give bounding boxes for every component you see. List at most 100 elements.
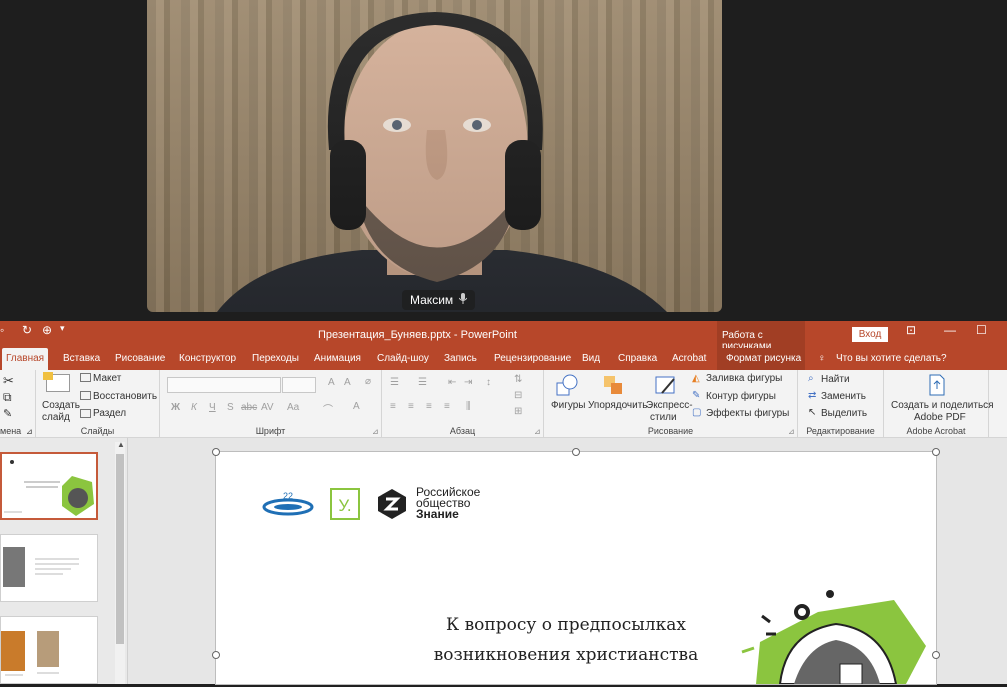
align-center-icon[interactable]: ≡ [408, 401, 414, 412]
spacing-button[interactable]: AV [261, 402, 274, 413]
shape-effects-button[interactable]: Эффекты фигуры [706, 408, 789, 419]
align-left-icon[interactable]: ≡ [390, 401, 396, 412]
text-direction-icon[interactable]: ⇅ [514, 374, 522, 385]
new-slide-label-1[interactable]: Создать [42, 400, 80, 411]
align-right-icon[interactable]: ≡ [426, 401, 432, 412]
present-icon[interactable]: ⊕ [42, 323, 52, 337]
create-pdf-icon[interactable] [928, 374, 946, 396]
video-area: Максим [0, 0, 1007, 321]
workspace: ▲ 22 У. Российское общество Знание К воп… [0, 438, 1007, 685]
tab-help[interactable]: Справка [614, 348, 661, 370]
underline-button[interactable]: Ч [209, 402, 216, 413]
new-slide-label-2[interactable]: слайд [42, 412, 70, 423]
qat-more-icon[interactable]: ▾ [60, 323, 65, 334]
replace-icon: ⇄ [808, 390, 817, 401]
ribbon: ✂ ⧉ ✎ ⊿ мена Создать слайд Макет Восстан… [0, 370, 1007, 438]
resize-handle-l[interactable] [212, 651, 220, 659]
columns-icon[interactable]: ⫼ [466, 401, 471, 412]
maximize-icon[interactable]: ☐ [976, 323, 987, 337]
arrange-icon[interactable] [602, 374, 624, 396]
resize-handle-tr[interactable] [932, 448, 940, 456]
tell-me-search[interactable]: Что вы хотите сделать? [832, 348, 951, 370]
quick-styles-label-2[interactable]: стили [650, 412, 677, 423]
shapes-button[interactable]: Фигуры [551, 400, 585, 411]
shadow-button[interactable]: S [227, 402, 234, 413]
video-tile[interactable]: Максим [147, 0, 722, 312]
ribbon-display-icon[interactable]: ⊡ [906, 323, 916, 337]
decrease-indent-icon[interactable]: ⇤ [448, 377, 456, 388]
shapes-icon[interactable] [556, 374, 578, 396]
align-text-icon[interactable]: ⊟ [514, 390, 522, 401]
create-pdf-label-1[interactable]: Создать и поделиться [891, 400, 994, 411]
tab-review[interactable]: Рецензирование [490, 348, 575, 370]
tab-picture-format[interactable]: Формат рисунка [717, 348, 805, 370]
bold-button[interactable]: Ж [171, 402, 180, 413]
section-icon [80, 409, 91, 418]
clear-format-icon[interactable]: ⌀ [365, 376, 371, 387]
tab-design[interactable]: Конструктор [175, 348, 240, 370]
quick-styles-icon[interactable] [654, 374, 678, 396]
strike-button[interactable]: abc [241, 402, 257, 413]
minimize-icon[interactable]: — [944, 323, 956, 337]
bullets-icon[interactable]: ☰ [390, 377, 399, 388]
font-color-icon[interactable]: A [353, 401, 360, 412]
tab-slideshow[interactable]: Слайд-шоу [373, 348, 433, 370]
tab-home[interactable]: Главная [2, 348, 49, 370]
reset-button[interactable]: Восстановить [93, 391, 157, 402]
ribbon-tabs: Главная Вставка Рисование Конструктор Пе… [0, 348, 1007, 370]
group-drawing: Фигуры Упорядочить Экспресс- стили ◭ Зал… [544, 370, 798, 438]
arrange-button[interactable]: Упорядочить [588, 400, 648, 411]
slide-thumbnail-3[interactable] [0, 616, 98, 684]
italic-button[interactable]: К [191, 402, 197, 413]
redo-icon[interactable]: ↻ [22, 323, 32, 337]
numbering-icon[interactable]: ☰ [418, 377, 427, 388]
tab-record[interactable]: Запись [440, 348, 481, 370]
slide-canvas[interactable]: 22 У. Российское общество Знание К вопро… [215, 451, 937, 685]
group-clipboard: ✂ ⧉ ✎ ⊿ мена [0, 370, 36, 438]
slide-thumbnail-2[interactable] [0, 534, 98, 602]
layout-button[interactable]: Макет [93, 373, 121, 384]
format-painter-icon[interactable]: ✎ [3, 407, 12, 420]
group-label-font: Шрифт [255, 426, 286, 436]
resize-handle-r[interactable] [932, 651, 940, 659]
tab-acrobat[interactable]: Acrobat [668, 348, 710, 370]
tab-transitions[interactable]: Переходы [248, 348, 303, 370]
highlight-icon[interactable]: ⌒ [323, 401, 333, 416]
cut-icon[interactable]: ✂ [3, 373, 14, 389]
signin-button[interactable]: Вход [852, 327, 888, 342]
thumbnail-scrollbar-thumb[interactable] [116, 454, 124, 644]
select-icon: ↖ [808, 407, 817, 418]
replace-button[interactable]: Заменить [821, 391, 866, 402]
shape-fill-button[interactable]: Заливка фигуры [706, 373, 782, 384]
increase-font-icon[interactable]: A [328, 377, 335, 388]
font-name-combo[interactable] [167, 377, 281, 393]
resize-handle-tl[interactable] [212, 448, 220, 456]
slide-thumbnail-1[interactable] [0, 452, 98, 520]
tab-animations[interactable]: Анимация [310, 348, 365, 370]
font-size-combo[interactable] [282, 377, 316, 393]
justify-icon[interactable]: ≡ [444, 401, 450, 412]
portrait-illustration[interactable] [736, 586, 936, 685]
smartart-icon[interactable]: ⊞ [514, 406, 522, 417]
find-icon: ⌕ [808, 373, 814, 384]
section-button[interactable]: Раздел [93, 408, 126, 419]
resize-handle-t[interactable] [572, 448, 580, 456]
scroll-up-icon[interactable]: ▲ [117, 440, 125, 449]
tab-insert[interactable]: Вставка [59, 348, 104, 370]
new-slide-icon[interactable] [43, 372, 70, 392]
decrease-font-icon[interactable]: A [344, 377, 351, 388]
tab-draw[interactable]: Рисование [111, 348, 169, 370]
window-title: Презентация_Буняев.pptx - PowerPoint [318, 329, 517, 341]
tab-view[interactable]: Вид [578, 348, 604, 370]
autosave-icon[interactable]: ◦ [0, 323, 4, 337]
create-pdf-label-2[interactable]: Adobe PDF [914, 412, 966, 423]
find-button[interactable]: Найти [821, 374, 850, 385]
copy-icon[interactable]: ⧉ [3, 390, 12, 405]
case-button[interactable]: Aa [287, 402, 299, 413]
shape-outline-button[interactable]: Контур фигуры [706, 391, 776, 402]
line-spacing-icon[interactable]: ↕ [486, 377, 491, 388]
select-button[interactable]: Выделить [821, 408, 867, 419]
quick-styles-label-1[interactable]: Экспресс- [646, 400, 693, 411]
group-slides: Создать слайд Макет Восстановить Раздел … [36, 370, 160, 438]
increase-indent-icon[interactable]: ⇥ [464, 377, 472, 388]
